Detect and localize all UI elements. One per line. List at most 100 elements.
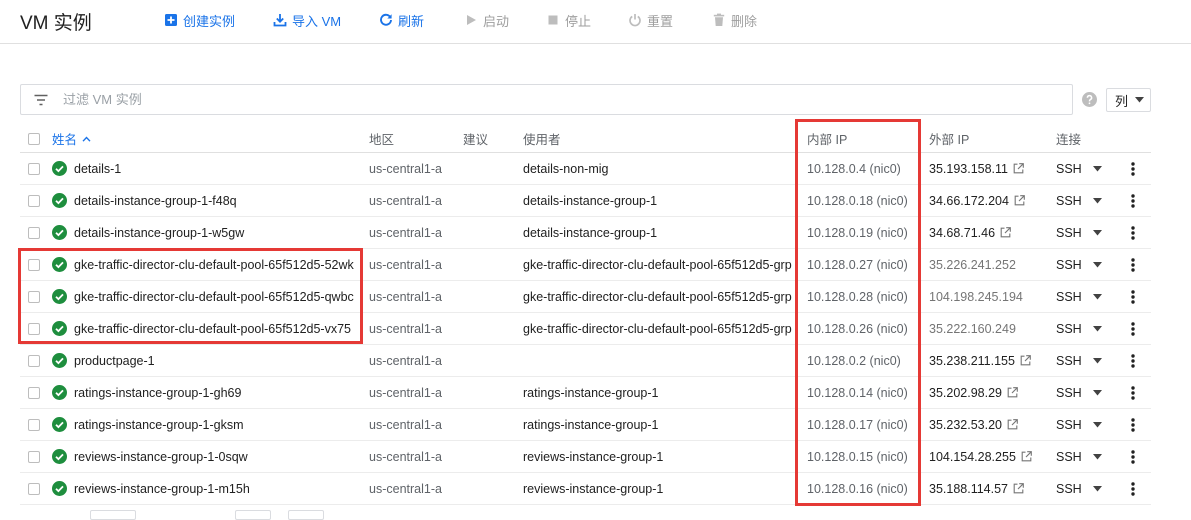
more-vert-icon[interactable]	[1131, 257, 1135, 272]
instance-name[interactable]: gke-traffic-director-clu-default-pool-65…	[74, 313, 351, 344]
create-instance-button[interactable]: 创建实例	[164, 11, 235, 29]
row-checkbox[interactable]	[28, 258, 40, 271]
ssh-dropdown-icon[interactable]	[1093, 165, 1102, 172]
ssh-button[interactable]: SSH	[1056, 473, 1082, 504]
open-in-new-icon[interactable]	[1013, 483, 1024, 494]
more-vert-icon[interactable]	[1131, 193, 1135, 208]
header-internal-ip[interactable]: 内部 IP	[807, 125, 847, 152]
refresh-button[interactable]: 刷新	[379, 11, 424, 29]
row-checkbox[interactable]	[28, 226, 40, 239]
start-button[interactable]: 启动	[464, 11, 509, 29]
row-checkbox[interactable]	[28, 194, 40, 207]
open-in-new-icon[interactable]	[1000, 227, 1011, 238]
ssh-button[interactable]: SSH	[1056, 409, 1082, 440]
more-vert-icon[interactable]	[1131, 385, 1135, 400]
filter-input[interactable]	[61, 87, 1021, 112]
play-icon	[467, 15, 476, 25]
ssh-button[interactable]: SSH	[1056, 153, 1082, 184]
more-vert-icon[interactable]	[1131, 321, 1135, 336]
instance-in-use-by[interactable]: gke-traffic-director-clu-default-pool-65…	[523, 313, 792, 344]
ssh-dropdown-icon[interactable]	[1093, 261, 1102, 268]
more-vert-icon[interactable]	[1131, 225, 1135, 240]
ssh-button[interactable]: SSH	[1056, 377, 1082, 408]
row-checkbox[interactable]	[28, 290, 40, 303]
instance-name[interactable]: details-1	[74, 153, 121, 184]
delete-button[interactable]: 删除	[712, 11, 757, 29]
ssh-button[interactable]: SSH	[1056, 441, 1082, 472]
instance-in-use-by[interactable]: ratings-instance-group-1	[523, 377, 659, 408]
ssh-dropdown-icon[interactable]	[1093, 229, 1102, 236]
check-circle-icon	[52, 161, 67, 176]
ssh-dropdown-icon[interactable]	[1093, 197, 1102, 204]
rows-per-page-select[interactable]	[90, 510, 136, 520]
open-in-new-icon[interactable]	[1007, 419, 1018, 430]
select-all-checkbox[interactable]	[28, 132, 40, 145]
more-vert-icon[interactable]	[1131, 417, 1135, 432]
open-in-new-icon[interactable]	[1014, 195, 1025, 206]
ssh-dropdown-icon[interactable]	[1093, 293, 1102, 300]
page-title: VM 实例	[20, 13, 92, 34]
ssh-dropdown-icon[interactable]	[1093, 421, 1102, 428]
ssh-dropdown-icon[interactable]	[1093, 325, 1102, 332]
more-vert-icon[interactable]	[1131, 449, 1135, 464]
instance-name[interactable]: gke-traffic-director-clu-default-pool-65…	[74, 281, 354, 312]
instance-internal-ip: 10.128.0.26 (nic0)	[807, 321, 908, 336]
more-vert-icon[interactable]	[1131, 161, 1135, 176]
row-checkbox[interactable]	[28, 482, 40, 495]
more-vert-icon[interactable]	[1131, 353, 1135, 368]
instance-in-use-by[interactable]: details-non-mig	[523, 153, 608, 184]
header-recommendation[interactable]: 建议	[463, 125, 488, 152]
instance-in-use-by[interactable]: reviews-instance-group-1	[523, 441, 663, 472]
row-checkbox[interactable]	[28, 354, 40, 367]
instance-in-use-by[interactable]: reviews-instance-group-1	[523, 473, 663, 504]
ssh-button[interactable]: SSH	[1056, 249, 1082, 280]
next-page-button[interactable]	[288, 510, 324, 520]
open-in-new-icon[interactable]	[1021, 451, 1032, 462]
header-name[interactable]: 姓名	[52, 125, 91, 152]
ssh-button[interactable]: SSH	[1056, 185, 1082, 216]
instance-name[interactable]: productpage-1	[74, 345, 155, 376]
header-in-use-by[interactable]: 使用者	[523, 125, 561, 152]
prev-page-button[interactable]	[235, 510, 271, 520]
ssh-dropdown-icon[interactable]	[1093, 389, 1102, 396]
instance-in-use-by[interactable]: ratings-instance-group-1	[523, 409, 659, 440]
ssh-button[interactable]: SSH	[1056, 345, 1082, 376]
row-checkbox[interactable]	[28, 418, 40, 431]
instance-name[interactable]: ratings-instance-group-1-gh69	[74, 377, 241, 408]
ssh-dropdown-icon[interactable]	[1093, 357, 1102, 364]
ssh-button[interactable]: SSH	[1056, 217, 1082, 248]
open-in-new-icon[interactable]	[1020, 355, 1031, 366]
sort-ascending-icon	[82, 135, 91, 142]
help-icon[interactable]	[1082, 92, 1097, 107]
instance-in-use-by[interactable]: details-instance-group-1	[523, 217, 657, 248]
row-checkbox[interactable]	[28, 450, 40, 463]
table-row: details-instance-group-1-f48q us-central…	[20, 185, 1151, 217]
reset-button[interactable]: 重置	[628, 11, 673, 29]
more-vert-icon[interactable]	[1131, 481, 1135, 496]
open-in-new-icon[interactable]	[1013, 163, 1024, 174]
stop-button[interactable]: 停止	[546, 11, 591, 29]
ssh-button[interactable]: SSH	[1056, 313, 1082, 344]
open-in-new-icon[interactable]	[1007, 387, 1018, 398]
instance-name[interactable]: details-instance-group-1-w5gw	[74, 217, 244, 248]
instance-in-use-by[interactable]: details-instance-group-1	[523, 185, 657, 216]
row-checkbox[interactable]	[28, 162, 40, 175]
ssh-button[interactable]: SSH	[1056, 281, 1082, 312]
columns-button[interactable]: 列	[1106, 88, 1151, 112]
row-checkbox[interactable]	[28, 386, 40, 399]
instance-name[interactable]: ratings-instance-group-1-gksm	[74, 409, 244, 440]
ssh-dropdown-icon[interactable]	[1093, 453, 1102, 460]
instance-name[interactable]: details-instance-group-1-f48q	[74, 185, 237, 216]
instance-external-ip: 35.226.241.252	[929, 257, 1016, 272]
header-zone[interactable]: 地区	[369, 125, 394, 152]
more-vert-icon[interactable]	[1131, 289, 1135, 304]
header-external-ip[interactable]: 外部 IP	[929, 125, 969, 152]
row-checkbox[interactable]	[28, 322, 40, 335]
instance-name[interactable]: gke-traffic-director-clu-default-pool-65…	[74, 249, 354, 280]
instance-name[interactable]: reviews-instance-group-1-0sqw	[74, 441, 248, 472]
instance-in-use-by[interactable]: gke-traffic-director-clu-default-pool-65…	[523, 281, 792, 312]
instance-in-use-by[interactable]: gke-traffic-director-clu-default-pool-65…	[523, 249, 792, 280]
instance-name[interactable]: reviews-instance-group-1-m15h	[74, 473, 250, 504]
import-vm-button[interactable]: 导入 VM	[273, 11, 341, 29]
ssh-dropdown-icon[interactable]	[1093, 485, 1102, 492]
